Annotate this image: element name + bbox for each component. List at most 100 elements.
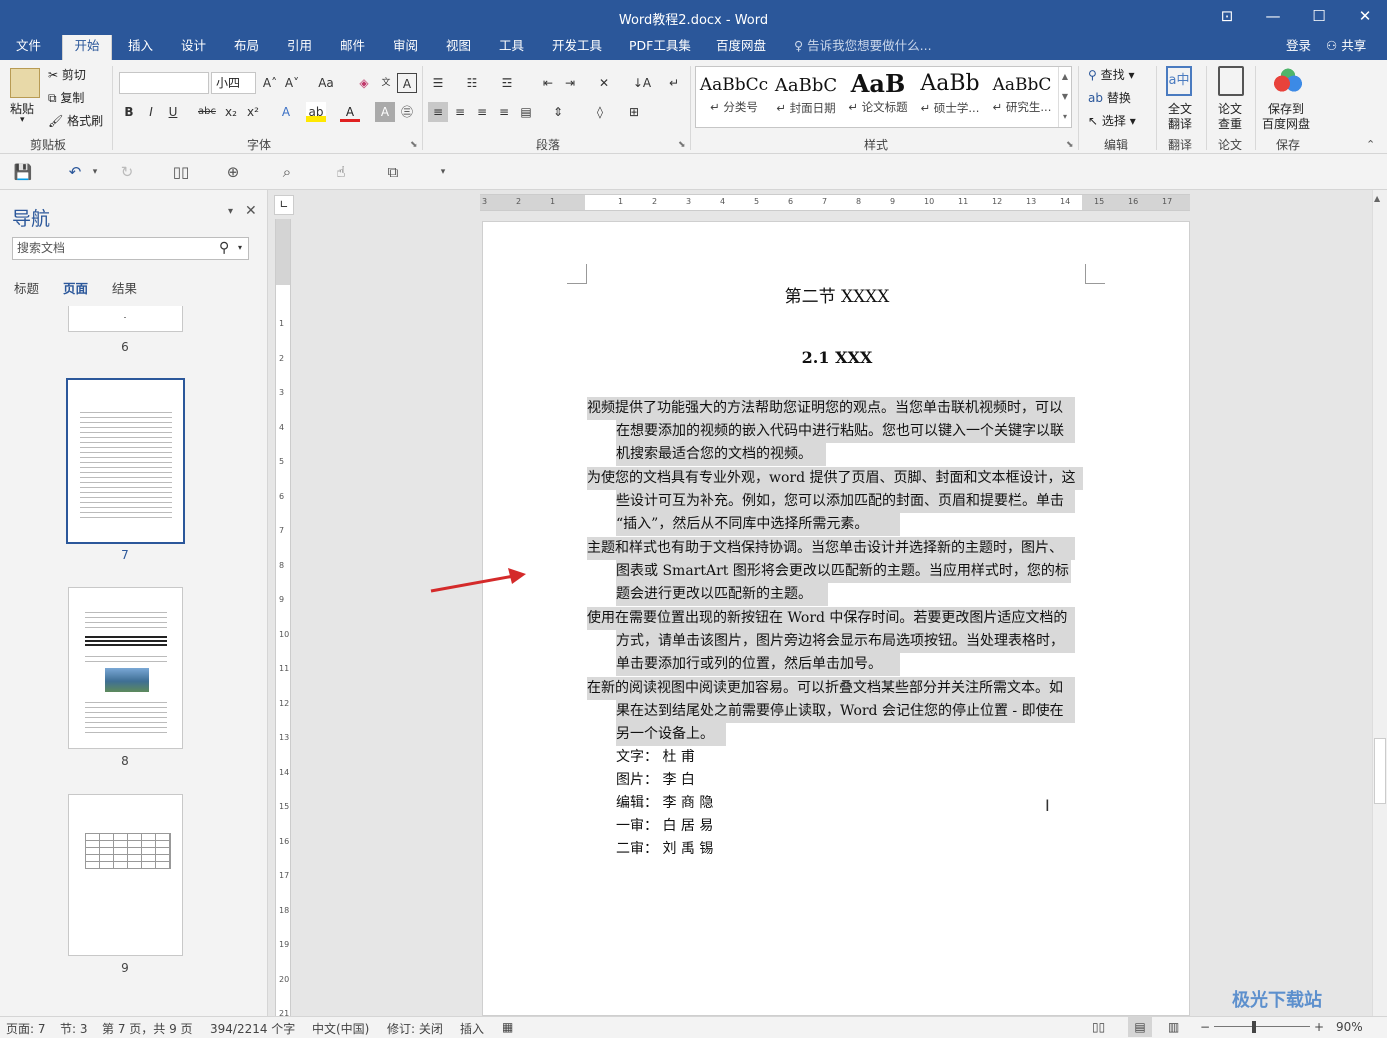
- ribbon-display-options-button[interactable]: ⊡: [1204, 0, 1250, 35]
- vertical-scrollbar[interactable]: ▲: [1372, 190, 1387, 1016]
- bold-icon[interactable]: B: [119, 102, 139, 122]
- numbering-icon[interactable]: ☷: [462, 73, 482, 93]
- shrink-font-icon[interactable]: A˅: [282, 73, 302, 93]
- vertical-ruler[interactable]: 1 2 3 4 5 6 7 8 9 10 11 12 13 14 15 16 17 18 19 20 21: [275, 219, 291, 1018]
- save-icon[interactable]: 💾: [12, 161, 34, 183]
- superscript-icon[interactable]: x²: [243, 102, 263, 122]
- tab-references[interactable]: 引用: [285, 35, 314, 60]
- search-icon[interactable]: ⚲: [219, 240, 229, 256]
- nav-tab-headings[interactable]: 标题: [14, 278, 39, 297]
- justify-icon[interactable]: ≡: [494, 102, 514, 122]
- zoom-level[interactable]: 90%: [1336, 1020, 1363, 1034]
- highlight-color-icon[interactable]: ab: [306, 102, 326, 122]
- tab-view[interactable]: 视图: [444, 35, 473, 60]
- text-effects-icon[interactable]: A: [276, 102, 296, 122]
- phonetic-guide-icon[interactable]: 文: [376, 73, 396, 93]
- paper-check-icon[interactable]: [1218, 66, 1244, 96]
- character-border-icon[interactable]: A: [397, 73, 417, 93]
- tab-mailings[interactable]: 邮件: [338, 35, 367, 60]
- maximize-button[interactable]: ☐: [1296, 0, 1342, 35]
- line-spacing-icon[interactable]: ⇕: [548, 102, 568, 122]
- redo-icon[interactable]: ↻: [116, 161, 138, 183]
- zoom-slider-thumb[interactable]: [1252, 1021, 1256, 1033]
- translate-icon[interactable]: a中: [1166, 66, 1192, 96]
- document-page[interactable]: 第二节 XXXX 2.1 XXX 视频提供了功能强大的方法帮助您证明您的观点。当…: [482, 221, 1190, 1016]
- status-language[interactable]: 中文(中国): [312, 1020, 369, 1037]
- increase-indent-icon[interactable]: ⇥: [560, 73, 580, 93]
- read-mode-view-icon[interactable]: ▯▯: [1092, 1020, 1105, 1034]
- customize-qat-icon[interactable]: ⧉: [382, 161, 404, 183]
- page-thumbnail-selected[interactable]: [66, 378, 185, 544]
- font-size-combo[interactable]: 小四: [211, 72, 256, 94]
- tell-me-box[interactable]: ♀ 告诉我您想要做什么...: [792, 35, 934, 60]
- align-left-icon[interactable]: ≡: [428, 102, 448, 122]
- find-button[interactable]: ⚲ 查找 ▾: [1088, 66, 1134, 83]
- tab-file[interactable]: 文件: [14, 35, 43, 60]
- status-section[interactable]: 节: 3: [60, 1020, 88, 1037]
- print-layout-view-icon[interactable]: ▤: [1128, 1017, 1152, 1037]
- borders-icon[interactable]: ⊞: [624, 102, 644, 122]
- align-right-icon[interactable]: ≡: [472, 102, 492, 122]
- login-link[interactable]: 登录: [1284, 35, 1313, 60]
- status-page[interactable]: 页面: 7: [6, 1020, 46, 1037]
- chinese-layout-icon[interactable]: ✕: [594, 73, 614, 93]
- undo-dropdown-icon[interactable]: ▾: [84, 161, 106, 183]
- font-dialog-launcher-icon[interactable]: ⬊: [410, 140, 418, 150]
- page-thumbnail[interactable]: [68, 794, 183, 956]
- paste-dropdown-icon[interactable]: ▾: [20, 115, 25, 125]
- web-layout-view-icon[interactable]: ▥: [1168, 1020, 1179, 1034]
- macro-record-icon[interactable]: ▦: [502, 1020, 513, 1034]
- web-layout-icon[interactable]: ⊕: [222, 161, 244, 183]
- styles-dialog-launcher-icon[interactable]: ⬊: [1066, 140, 1074, 150]
- status-page-count[interactable]: 第 7 页，共 9 页: [102, 1020, 193, 1037]
- tab-review[interactable]: 审阅: [391, 35, 420, 60]
- status-insert-mode[interactable]: 插入: [460, 1020, 484, 1037]
- underline-icon[interactable]: U: [163, 102, 183, 122]
- full-translate-label-2[interactable]: 翻译: [1168, 115, 1192, 132]
- shading-icon[interactable]: ◊: [590, 102, 610, 122]
- collapse-ribbon-icon[interactable]: ⌃: [1366, 138, 1375, 151]
- read-mode-icon[interactable]: ▯▯: [170, 161, 192, 183]
- bullets-icon[interactable]: ☰: [428, 73, 448, 93]
- tab-pdf-tools[interactable]: PDF工具集: [627, 35, 693, 60]
- scroll-thumb[interactable]: [1374, 738, 1386, 804]
- save-netdisk-label-2[interactable]: 百度网盘: [1262, 115, 1310, 132]
- copy-button[interactable]: ⧉ 复制: [48, 89, 84, 106]
- baidu-cloud-icon[interactable]: [1273, 68, 1303, 94]
- align-center-icon[interactable]: ≡: [450, 102, 470, 122]
- font-color-icon[interactable]: A: [340, 102, 360, 122]
- show-marks-icon[interactable]: ↵: [664, 73, 684, 93]
- decrease-indent-icon[interactable]: ⇤: [538, 73, 558, 93]
- change-case-button[interactable]: Aa: [312, 73, 340, 93]
- distributed-icon[interactable]: ▤: [516, 102, 536, 122]
- zoom-in-icon[interactable]: +: [1314, 1020, 1324, 1034]
- tab-layout[interactable]: 布局: [232, 35, 261, 60]
- paste-icon[interactable]: [10, 68, 40, 98]
- page-thumbnail[interactable]: [68, 587, 183, 749]
- subscript-icon[interactable]: x₂: [221, 102, 241, 122]
- nav-tab-pages[interactable]: 页面: [63, 278, 88, 297]
- qat-more-icon[interactable]: ▾: [432, 161, 454, 183]
- select-button[interactable]: ↖ 选择 ▾: [1088, 112, 1136, 129]
- page-thumbnail[interactable]: [68, 306, 183, 332]
- scroll-up-icon[interactable]: ▲: [1374, 194, 1380, 203]
- replace-button[interactable]: ab 替换: [1088, 89, 1131, 106]
- style-item[interactable]: AaBbCc ↵ 分类号: [698, 69, 770, 125]
- enclose-characters-icon[interactable]: ㊂: [397, 102, 417, 122]
- close-button[interactable]: ✕: [1342, 0, 1387, 35]
- italic-icon[interactable]: I: [141, 102, 161, 122]
- tab-baidu-netdisk[interactable]: 百度网盘: [714, 35, 768, 60]
- font-name-combo[interactable]: [119, 72, 209, 94]
- print-preview-icon[interactable]: ⌕: [276, 161, 298, 183]
- format-painter-button[interactable]: 🖌 格式刷: [48, 112, 103, 129]
- cut-button[interactable]: ✂ 剪切: [48, 66, 86, 83]
- style-item[interactable]: AaB ↵ 论文标题: [842, 69, 914, 125]
- zoom-out-icon[interactable]: −: [1200, 1020, 1210, 1034]
- multilevel-list-icon[interactable]: ☲: [497, 73, 517, 93]
- paper-check-label-2[interactable]: 查重: [1218, 115, 1242, 132]
- tab-home[interactable]: 开始: [62, 35, 112, 60]
- strikethrough-icon[interactable]: abc: [197, 102, 217, 122]
- tab-tools[interactable]: 工具: [497, 35, 526, 60]
- character-shading-icon[interactable]: A: [375, 102, 395, 122]
- share-button[interactable]: ⚇ 共享: [1324, 35, 1368, 60]
